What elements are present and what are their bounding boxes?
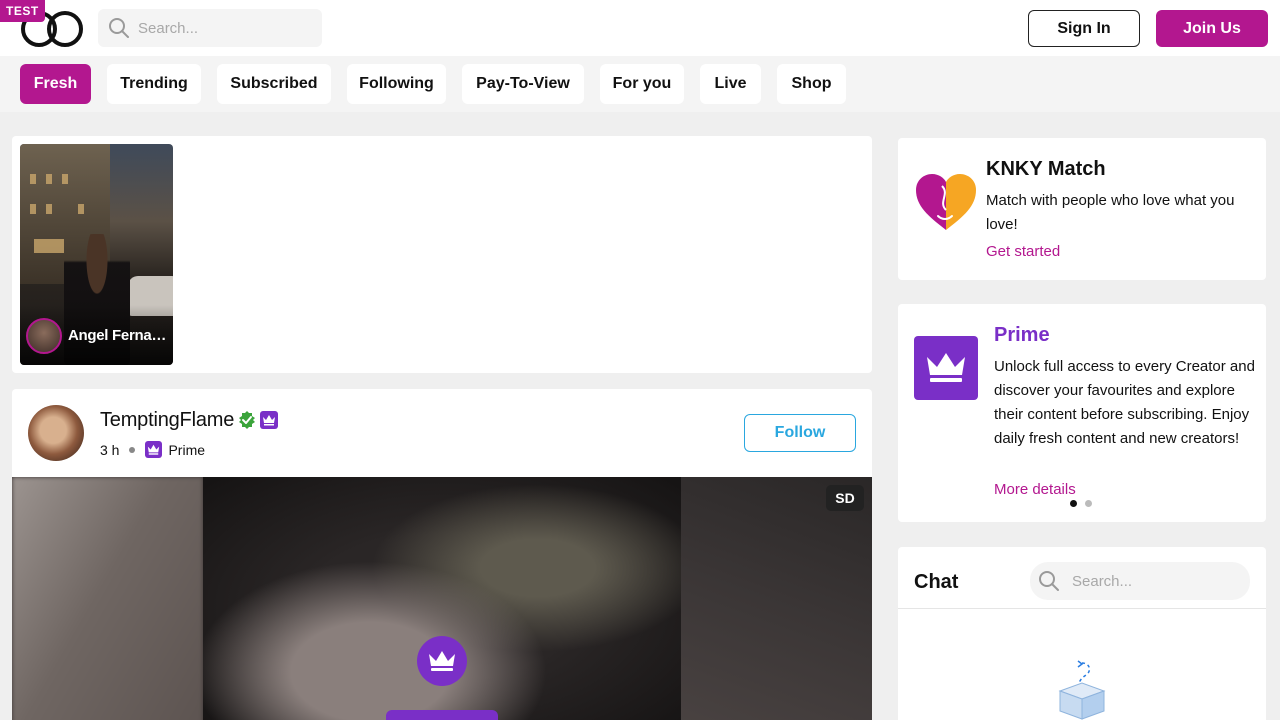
sign-in-button[interactable]: Sign In bbox=[1028, 10, 1140, 47]
post-tier: Prime bbox=[168, 441, 206, 458]
prime-title: Prime bbox=[994, 324, 1050, 346]
tab-fresh[interactable]: Fresh bbox=[20, 64, 91, 104]
verified-check-icon bbox=[239, 411, 255, 429]
prime-icon bbox=[145, 441, 163, 458]
story-decoration bbox=[78, 204, 84, 214]
stories-card: Angel Fernandez bbox=[12, 136, 872, 373]
tab-shop[interactable]: Shop bbox=[777, 64, 846, 104]
top-header: TEST Sign In Join Us bbox=[0, 0, 1280, 56]
post-time: 3 h bbox=[100, 441, 120, 458]
post-author-name[interactable]: TemptingFlame bbox=[100, 409, 234, 432]
match-promo-card: KNKY Match Match with people who love wh… bbox=[898, 138, 1266, 280]
carousel-dot[interactable] bbox=[1070, 500, 1077, 507]
tab-pay-to-view[interactable]: Pay-To-View bbox=[462, 64, 584, 104]
story-decoration bbox=[62, 174, 68, 184]
prime-description: Unlock full access to every Creator and … bbox=[994, 358, 1255, 447]
prime-crown-icon bbox=[260, 411, 278, 429]
divider bbox=[898, 608, 1266, 609]
header-search[interactable] bbox=[98, 9, 322, 47]
media-blur-left bbox=[12, 477, 203, 720]
tab-for-you[interactable]: For you bbox=[600, 64, 684, 104]
post-card: TemptingFlame 3 h Prime Follow SD bbox=[12, 389, 872, 720]
tab-following[interactable]: Following bbox=[347, 64, 446, 104]
unlock-button[interactable] bbox=[386, 710, 498, 720]
match-description: Match with people who love what you love… bbox=[986, 192, 1235, 233]
separator-dot bbox=[129, 446, 136, 453]
quality-badge: SD bbox=[826, 485, 864, 511]
carousel-dots bbox=[1070, 500, 1092, 507]
match-title: KNKY Match bbox=[986, 158, 1106, 180]
environment-badge: TEST bbox=[0, 0, 45, 22]
more-details-link[interactable]: More details bbox=[994, 481, 1076, 498]
chat-title: Chat bbox=[914, 571, 959, 593]
tab-trending[interactable]: Trending bbox=[107, 64, 201, 104]
story-decoration bbox=[30, 204, 36, 214]
tab-live[interactable]: Live bbox=[700, 64, 761, 104]
tab-subscribed[interactable]: Subscribed bbox=[217, 64, 331, 104]
story-item[interactable]: Angel Fernandez bbox=[20, 144, 173, 365]
story-creator-name: Angel Fernandez bbox=[68, 327, 168, 344]
story-decoration bbox=[46, 204, 52, 214]
story-decoration bbox=[30, 174, 36, 184]
story-decoration bbox=[34, 239, 64, 253]
follow-button[interactable]: Follow bbox=[744, 414, 856, 452]
chat-search-input[interactable] bbox=[1072, 572, 1232, 590]
crown-icon bbox=[429, 651, 455, 671]
story-avatar bbox=[26, 318, 62, 354]
story-decoration bbox=[46, 174, 52, 184]
feed-tabs: Fresh Trending Subscribed Following Pay-… bbox=[0, 56, 1280, 112]
post-media[interactable]: SD bbox=[12, 477, 872, 720]
carousel-dot[interactable] bbox=[1085, 500, 1092, 507]
search-icon bbox=[109, 18, 129, 38]
heart-icon bbox=[916, 174, 976, 230]
crown-icon bbox=[927, 353, 965, 382]
get-started-link[interactable]: Get started bbox=[986, 243, 1060, 260]
chat-card: Chat bbox=[898, 547, 1266, 720]
prime-logo bbox=[914, 336, 978, 400]
search-icon bbox=[1039, 571, 1059, 591]
crown-icon bbox=[263, 415, 275, 426]
search-input[interactable] bbox=[138, 19, 308, 37]
media-blur-right bbox=[681, 477, 872, 720]
chat-search[interactable] bbox=[1030, 562, 1250, 600]
locked-crown-icon bbox=[417, 636, 467, 686]
prime-promo-card: Prime Unlock full access to every Creato… bbox=[898, 304, 1266, 522]
join-us-button[interactable]: Join Us bbox=[1156, 10, 1268, 47]
avatar[interactable] bbox=[28, 405, 84, 461]
crown-icon bbox=[148, 444, 160, 455]
empty-box-icon bbox=[1058, 660, 1106, 720]
post-meta: 3 h Prime bbox=[100, 441, 205, 458]
